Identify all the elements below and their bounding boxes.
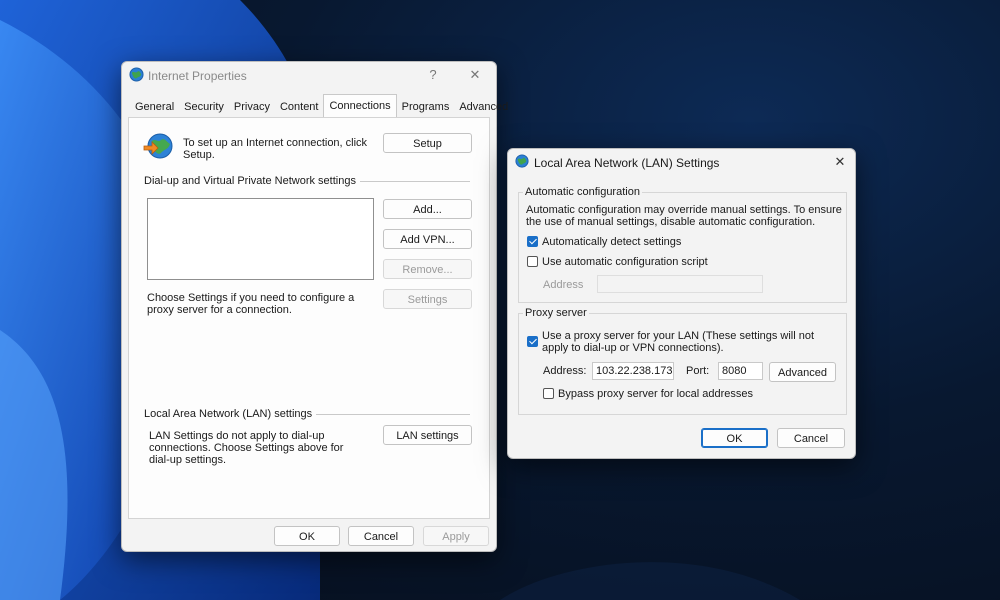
script-address-label: Address: [543, 279, 584, 291]
add-button[interactable]: Add...: [383, 199, 472, 219]
window-title: Internet Properties: [148, 69, 247, 83]
internet-globe-icon: [515, 154, 529, 171]
globe-with-arrow-icon: [143, 132, 173, 163]
tab-programs[interactable]: Programs: [397, 97, 455, 117]
add-vpn-button[interactable]: Add VPN...: [383, 229, 472, 249]
ok-button[interactable]: OK: [274, 526, 340, 546]
lan-group-label: Local Area Network (LAN) settings: [144, 408, 317, 420]
tab-privacy[interactable]: Privacy: [229, 97, 275, 117]
lan-note-text: LAN Settings do not apply to dial-up con…: [149, 430, 344, 466]
tab-content[interactable]: Content: [275, 97, 324, 117]
dialog-title: Local Area Network (LAN) Settings: [534, 156, 720, 170]
bypass-local-checkbox[interactable]: [543, 388, 554, 399]
internet-properties-window: Internet Properties ? ✕ General Security…: [121, 61, 508, 552]
proxy-hint-text: Choose Settings if you need to configure…: [147, 292, 355, 316]
tab-connections[interactable]: Connections: [323, 94, 397, 117]
dialup-group-label: Dial-up and Virtual Private Network sett…: [144, 175, 360, 187]
use-proxy-label[interactable]: Use a proxy server for your LAN (These s…: [542, 330, 838, 354]
bypass-local-label[interactable]: Bypass proxy server for local addresses: [558, 388, 753, 400]
internet-globe-icon: [129, 67, 144, 85]
cancel-button[interactable]: Cancel: [777, 428, 845, 448]
lan-settings-titlebar[interactable]: Local Area Network (LAN) Settings ✕: [508, 149, 855, 177]
auto-detect-checkbox[interactable]: [527, 236, 538, 247]
use-script-checkbox[interactable]: [527, 256, 538, 267]
setup-button[interactable]: Setup: [383, 133, 472, 153]
proxy-address-input[interactable]: 103.22.238.173: [592, 362, 674, 380]
proxy-server-group-label: Proxy server: [523, 307, 589, 319]
proxy-address-label: Address:: [543, 365, 587, 377]
apply-button[interactable]: Apply: [423, 526, 489, 546]
help-button[interactable]: ?: [423, 67, 443, 82]
use-script-label[interactable]: Use automatic configuration script: [542, 256, 708, 268]
script-address-input[interactable]: [597, 275, 763, 293]
setup-text: To set up an Internet connection, click …: [183, 137, 368, 161]
use-proxy-checkbox[interactable]: [527, 336, 538, 347]
connections-panel: To set up an Internet connection, click …: [128, 117, 490, 519]
connections-list[interactable]: [147, 198, 374, 280]
tab-general[interactable]: General: [130, 97, 179, 117]
close-icon[interactable]: ✕: [830, 154, 850, 170]
remove-button[interactable]: Remove...: [383, 259, 472, 279]
settings-button[interactable]: Settings: [383, 289, 472, 309]
ok-button[interactable]: OK: [701, 428, 768, 448]
auto-config-group-label: Automatic configuration: [523, 186, 642, 198]
auto-config-description: Automatic configuration may override man…: [526, 204, 842, 228]
tab-strip: General Security Privacy Content Connect…: [130, 94, 513, 117]
close-icon[interactable]: ✕: [465, 67, 485, 83]
proxy-port-label: Port:: [686, 365, 710, 377]
cancel-button[interactable]: Cancel: [348, 526, 414, 546]
auto-detect-label[interactable]: Automatically detect settings: [542, 236, 681, 248]
tab-advanced[interactable]: Advanced: [454, 97, 513, 117]
advanced-button[interactable]: Advanced: [769, 362, 836, 382]
lan-settings-button[interactable]: LAN settings: [383, 425, 472, 445]
lan-settings-dialog: Local Area Network (LAN) Settings ✕ Auto…: [507, 148, 856, 459]
tab-security[interactable]: Security: [179, 97, 229, 117]
proxy-port-input[interactable]: 8080: [718, 362, 763, 380]
internet-properties-titlebar[interactable]: Internet Properties ? ✕: [122, 62, 496, 90]
